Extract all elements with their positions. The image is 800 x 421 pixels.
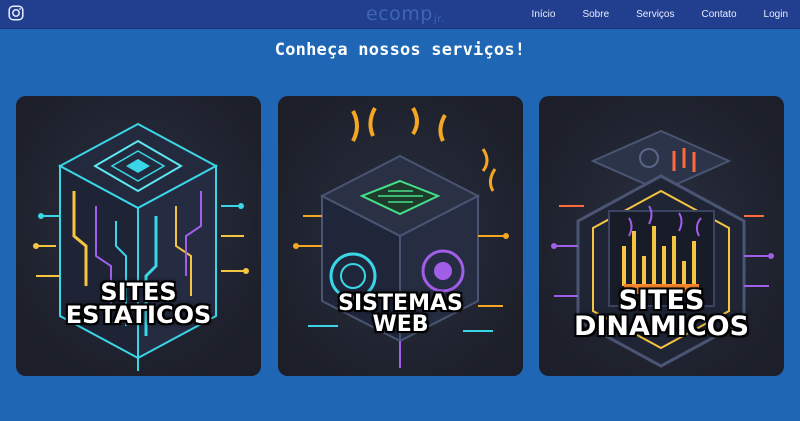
sites-estaticos-illustration (16, 96, 261, 376)
service-card-sites-dinamicos[interactable]: SITES DINAMICOS (539, 96, 784, 376)
logo-suffix: jr. (433, 14, 445, 25)
nav-link-contato[interactable]: Contato (702, 9, 737, 20)
page-heading: Conheça nossos serviços! (274, 40, 526, 60)
navbar: ecompjr. Início Sobre Serviços Contato L… (0, 0, 800, 29)
card-label-line2: DINAMICOS (573, 310, 750, 342)
card-label: SISTEMAS WEB (278, 293, 523, 337)
logo[interactable]: ecompjr. (366, 3, 445, 25)
nav-link-login[interactable]: Login (764, 9, 788, 20)
service-card-sistemas-web[interactable]: SISTEMAS WEB (278, 96, 523, 376)
service-card-sites-estaticos[interactable]: SITES ESTATICOS (16, 96, 261, 376)
card-label-line2: ESTATICOS (65, 300, 212, 329)
nav-link-inicio[interactable]: Início (532, 9, 556, 20)
nav-link-sobre[interactable]: Sobre (582, 9, 609, 20)
card-label: SITES DINAMICOS (539, 285, 784, 342)
nav-link-servicos[interactable]: Serviços (636, 9, 674, 20)
nav-links: Início Sobre Serviços Contato Login (505, 0, 788, 28)
card-label-line1: SITES (618, 285, 705, 316)
card-label: SITES ESTATICOS (16, 280, 261, 329)
card-label-line2: WEB (372, 311, 429, 337)
logo-text: ecomp (366, 3, 433, 25)
instagram-icon[interactable] (8, 5, 24, 21)
